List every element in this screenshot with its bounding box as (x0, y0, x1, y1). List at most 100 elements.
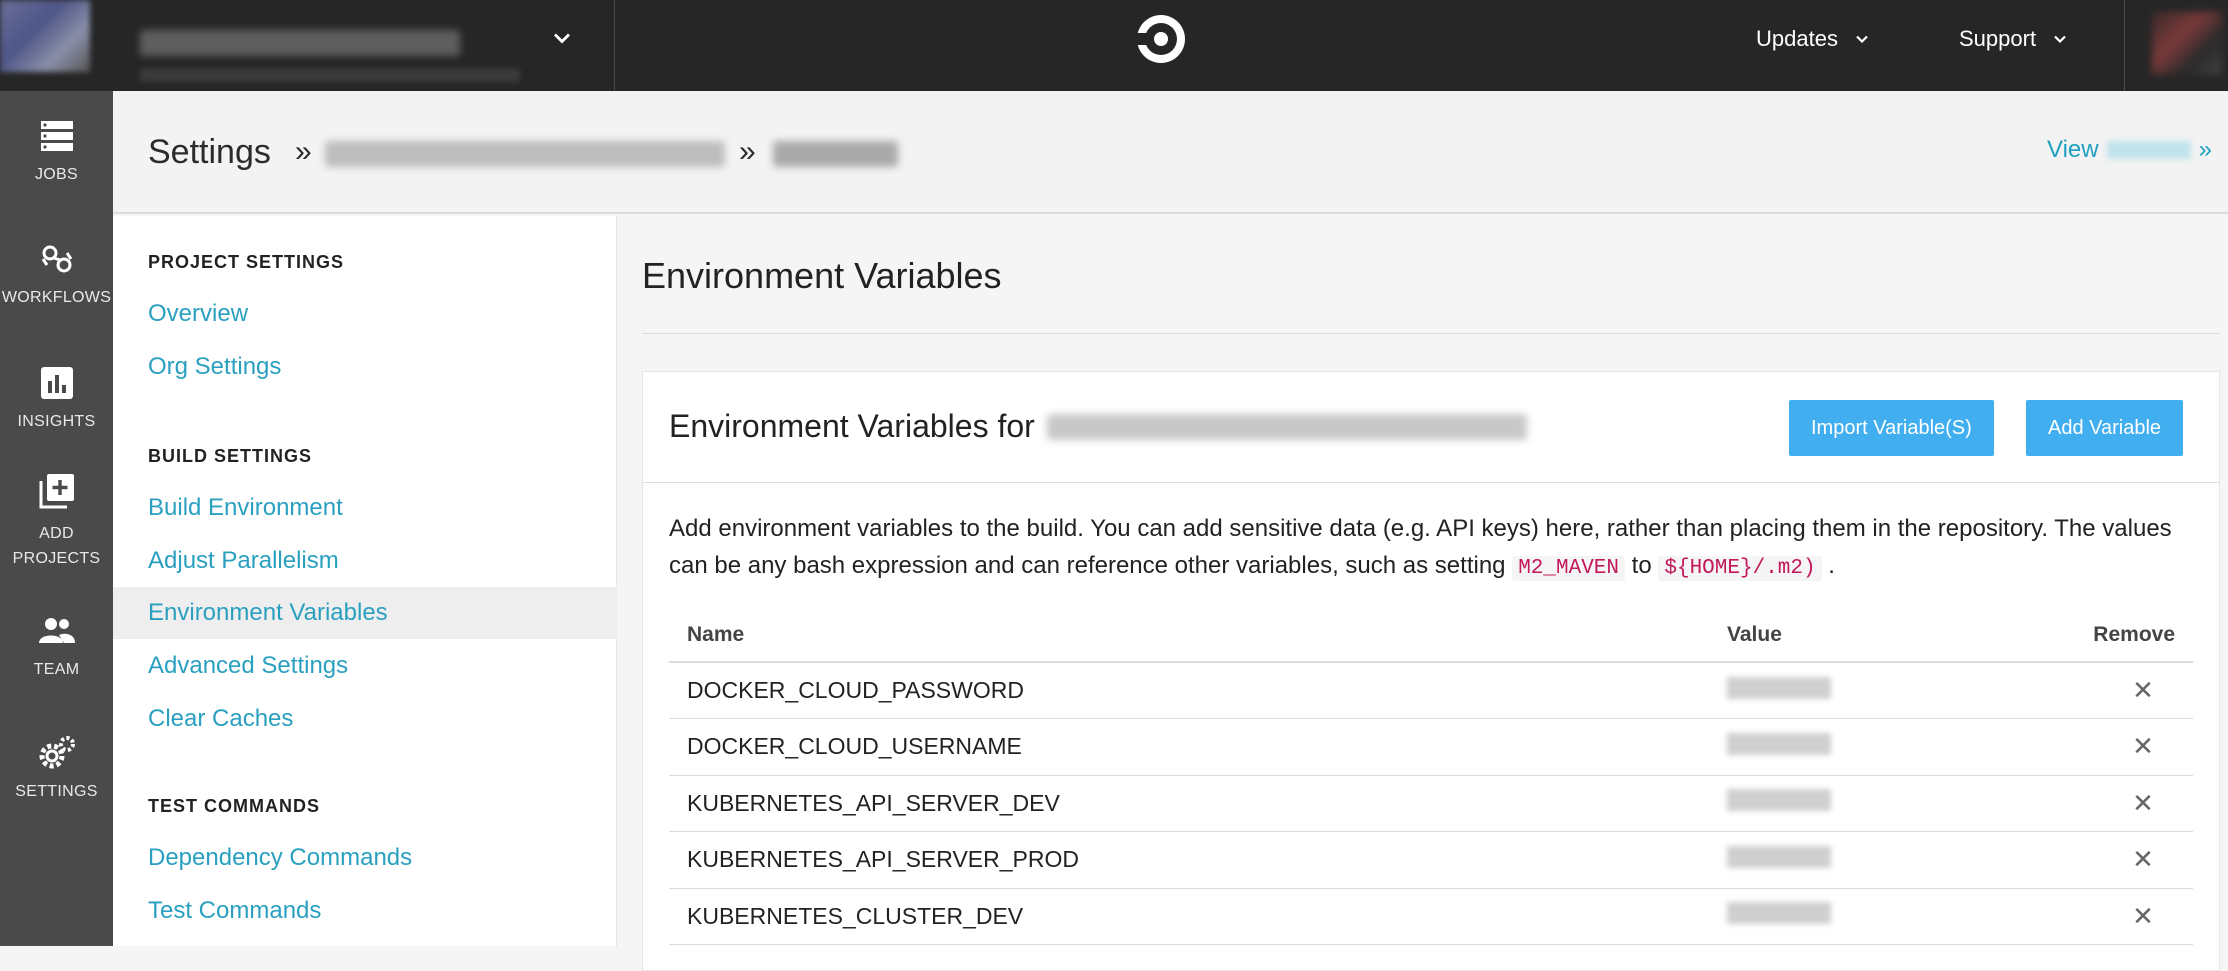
menu-item-build-environment[interactable]: Build Environment (113, 482, 617, 534)
remove-cell: ✕ (1971, 718, 2193, 776)
menu-item-adjust-parallelism[interactable]: Adjust Parallelism (113, 535, 617, 587)
updates-label: Updates (1756, 26, 1838, 51)
settings-menu: PROJECT SETTINGS Overview Org Settings B… (113, 216, 617, 946)
description: Add environment variables to the build. … (669, 510, 2199, 587)
remove-cell: ✕ (1971, 775, 2193, 832)
menu-item-clear-caches[interactable]: Clear Caches (113, 693, 617, 745)
remove-cell: ✕ (1971, 888, 2193, 945)
divider (614, 0, 615, 91)
updates-menu[interactable]: Updates (1756, 24, 1872, 54)
card-title: Environment Variables for (669, 408, 1527, 445)
column-header-remove: Remove (1971, 608, 2193, 663)
value-redacted (1727, 902, 1831, 925)
menu-item-overview[interactable]: Overview (113, 288, 617, 340)
menu-item-dependency-commands[interactable]: Dependency Commands (113, 832, 617, 884)
nav-team[interactable]: TEAM (0, 611, 113, 679)
support-label: Support (1959, 26, 2037, 51)
support-menu[interactable]: Support (1959, 24, 2070, 54)
column-header-value: Value (1709, 608, 1972, 663)
section-title: Environment Variables (642, 255, 1002, 296)
value-redacted (1727, 789, 1831, 812)
table-row: DOCKER_CLOUD_USERNAME ✕ (669, 718, 2193, 776)
insights-icon (40, 367, 73, 399)
description-text: . (1821, 552, 1835, 579)
menu-item-test-commands[interactable]: Test Commands (113, 885, 617, 937)
nav-jobs-label: JOBS (35, 166, 78, 183)
nav-insights[interactable]: INSIGHTS (0, 363, 113, 431)
circleci-logo-icon[interactable] (1135, 13, 1187, 65)
nav-settings-label: SETTINGS (15, 783, 98, 800)
divider (2124, 0, 2125, 91)
nav-workflows[interactable]: WORKFLOWS (0, 239, 113, 307)
env-var-name: KUBERNETES_CLUSTER_DEV (669, 888, 1709, 945)
breadcrumb-org-redacted[interactable] (325, 141, 725, 167)
env-var-value (1709, 718, 1972, 776)
left-nav: JOBS WORKFLOWS INSIGHTS ADD PROJECTS TEA… (0, 91, 113, 946)
jobs-icon (40, 121, 73, 151)
env-vars-table: Name Value Remove DOCKER_CLOUD_PASSWORD … (669, 608, 2193, 945)
menu-item-org-settings[interactable]: Org Settings (113, 341, 617, 393)
column-header-name: Name (669, 608, 1709, 663)
section-heading-build-settings: BUILD SETTINGS (148, 446, 313, 466)
description-text: to (1625, 552, 1659, 579)
description-text: Add environment variables to the build. … (669, 515, 2172, 579)
breadcrumb-separator: » (295, 135, 312, 168)
nav-insights-label: INSIGHTS (17, 413, 96, 430)
value-redacted (1727, 845, 1831, 868)
table-row: KUBERNETES_API_SERVER_PROD ✕ (669, 831, 2193, 889)
table-header-row: Name Value Remove (669, 608, 2193, 663)
chevron-down-icon[interactable] (548, 24, 576, 52)
nav-add-label-2: PROJECTS (12, 550, 101, 567)
org-avatar[interactable] (0, 0, 90, 72)
divider (643, 482, 2219, 483)
section-heading-project-settings: PROJECT SETTINGS (148, 252, 345, 272)
add-projects-icon (39, 474, 74, 509)
user-avatar[interactable] (2152, 12, 2222, 74)
divider (642, 333, 2220, 334)
menu-item-environment-variables[interactable]: Environment Variables (113, 587, 617, 639)
env-var-value (1709, 888, 1972, 945)
top-bar: Updates Support (0, 0, 2228, 91)
breadcrumb-separator: » (739, 135, 756, 168)
nav-add-label-1: ADD (39, 525, 74, 542)
code-m2-maven: M2_MAVEN (1512, 556, 1626, 581)
remove-cell: ✕ (1971, 831, 2193, 889)
remove-cell: ✕ (1971, 662, 2193, 719)
nav-add-projects[interactable]: ADD PROJECTS (0, 471, 113, 571)
breadcrumb-project-redacted[interactable] (773, 141, 898, 167)
env-var-name: KUBERNETES_API_SERVER_PROD (669, 831, 1709, 889)
nav-jobs[interactable]: JOBS (0, 116, 113, 184)
card-title-label: Environment Variables for (669, 408, 1035, 444)
add-variable-button[interactable]: Add Variable (2026, 400, 2184, 456)
view-target-redacted (2106, 141, 2191, 159)
view-label: View (2047, 136, 2099, 163)
close-icon[interactable]: ✕ (2123, 788, 2163, 819)
page-title: Settings (148, 133, 271, 171)
close-icon[interactable]: ✕ (2123, 731, 2163, 762)
code-home-m2: ${HOME}/.m2) (1658, 556, 1822, 581)
close-icon[interactable]: ✕ (2123, 901, 2163, 932)
chevron-down-icon (1856, 35, 1868, 44)
env-vars-card: Environment Variables for Import Variabl… (642, 371, 2220, 971)
env-var-name: DOCKER_CLOUD_USERNAME (669, 718, 1709, 776)
settings-icon (39, 736, 75, 769)
close-icon[interactable]: ✕ (2123, 844, 2163, 875)
table-row: KUBERNETES_CLUSTER_DEV ✕ (669, 888, 2193, 945)
nav-team-label: TEAM (33, 661, 80, 678)
table-row: KUBERNETES_API_SERVER_DEV ✕ (669, 775, 2193, 832)
import-variables-button[interactable]: Import Variable(S) (1789, 400, 1994, 456)
view-project-link[interactable]: View » (2047, 136, 2212, 164)
nav-settings[interactable]: SETTINGS (0, 733, 113, 801)
org-name-redacted[interactable] (140, 30, 460, 56)
env-var-value (1709, 662, 1972, 719)
breadcrumb: Settings » » View » (113, 91, 2228, 214)
close-icon[interactable]: ✕ (2123, 675, 2163, 706)
env-var-name: KUBERNETES_API_SERVER_DEV (669, 775, 1709, 832)
view-suffix: » (2198, 136, 2212, 163)
section-heading-test-commands: TEST COMMANDS (148, 796, 320, 816)
env-var-value (1709, 775, 1972, 832)
menu-item-advanced-settings[interactable]: Advanced Settings (113, 640, 617, 692)
org-subtitle-redacted (140, 68, 520, 82)
team-icon (38, 618, 75, 643)
chevron-down-icon (2054, 35, 2066, 44)
